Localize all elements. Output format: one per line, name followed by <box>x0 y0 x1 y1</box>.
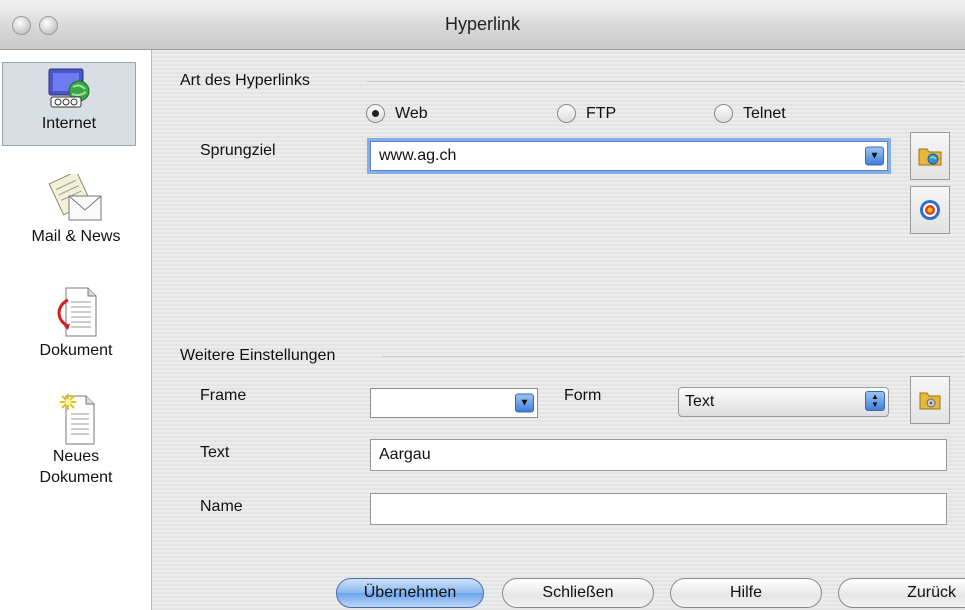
sidebar-item-label: Internet <box>41 115 97 132</box>
radio-ftp[interactable]: FTP <box>557 104 616 123</box>
target-url-value: www.ag.ch <box>379 147 457 164</box>
sidebar-item-mail-news[interactable]: Mail & News <box>0 174 152 247</box>
frame-label: Frame <box>200 387 247 404</box>
sidebar-item-label-line2: Dokument <box>39 469 113 486</box>
radio-label-ftp: FTP <box>586 104 617 122</box>
help-button[interactable]: Hilfe <box>670 578 822 608</box>
radio-web[interactable]: Web <box>366 104 428 123</box>
radio-telnet[interactable]: Telnet <box>714 104 786 123</box>
sidebar-item-dokument[interactable]: Dokument <box>0 286 152 361</box>
window-title: Hyperlink <box>444 14 521 34</box>
radio-label-web: Web <box>395 104 428 122</box>
sidebar-item-label: Dokument <box>39 342 113 359</box>
form-value: Text <box>685 393 715 410</box>
radio-label-telnet: Telnet <box>743 104 786 122</box>
radio-button[interactable] <box>366 104 385 123</box>
radio-button[interactable] <box>557 104 576 123</box>
sidebar: Internet Mail & News Dokument Neues Doku… <box>0 50 152 610</box>
browse-folder-button[interactable] <box>910 132 950 180</box>
text-input-value: Aargau <box>379 446 431 463</box>
target-icon <box>920 200 940 220</box>
sidebar-item-label: Mail & News <box>31 228 121 245</box>
main-panel: Art des Hyperlinks Web FTP Telnet Sprung… <box>152 50 965 610</box>
title-bar: Hyperlink <box>0 0 965 50</box>
radio-button[interactable] <box>714 104 733 123</box>
folder-icon <box>918 148 942 166</box>
target-in-document-button[interactable] <box>910 186 950 234</box>
target-label: Sprungziel <box>200 142 276 159</box>
text-input[interactable]: Aargau <box>370 439 947 471</box>
section-title-further-settings: Weitere Einstellungen <box>180 347 336 364</box>
new-document-icon <box>60 394 95 445</box>
form-label: Form <box>564 387 602 404</box>
mail-envelope-icon <box>48 174 102 221</box>
chevron-down-icon[interactable]: ▼ <box>515 393 534 413</box>
sidebar-item-neues-dokument[interactable]: Neues Dokument <box>0 390 152 488</box>
sidebar-item-internet[interactable]: Internet <box>2 62 136 146</box>
frame-combobox[interactable]: ▼ <box>370 388 538 418</box>
folder-gear-icon <box>919 392 941 410</box>
internet-globe-icon <box>48 68 90 108</box>
document-target-icon <box>57 287 97 337</box>
apply-button[interactable]: Übernehmen <box>336 578 484 608</box>
form-options-button[interactable] <box>910 376 950 424</box>
target-url-combobox[interactable]: www.ag.ch ▼ <box>370 141 888 171</box>
name-label: Name <box>200 498 243 515</box>
section-title-hyperlink-type: Art des Hyperlinks <box>180 72 310 89</box>
name-input[interactable] <box>370 493 947 525</box>
back-button[interactable]: Zurück <box>838 578 965 608</box>
form-select[interactable]: Text ▲ ▼ <box>678 387 889 417</box>
close-button[interactable]: Schließen <box>502 578 654 608</box>
chevron-down-icon[interactable]: ▼ <box>865 146 884 166</box>
section-divider <box>367 81 963 82</box>
text-label: Text <box>200 444 230 461</box>
section-divider <box>382 356 963 357</box>
sidebar-item-label: Neues <box>52 448 100 465</box>
up-down-arrows-icon[interactable]: ▲ ▼ <box>865 391 885 411</box>
